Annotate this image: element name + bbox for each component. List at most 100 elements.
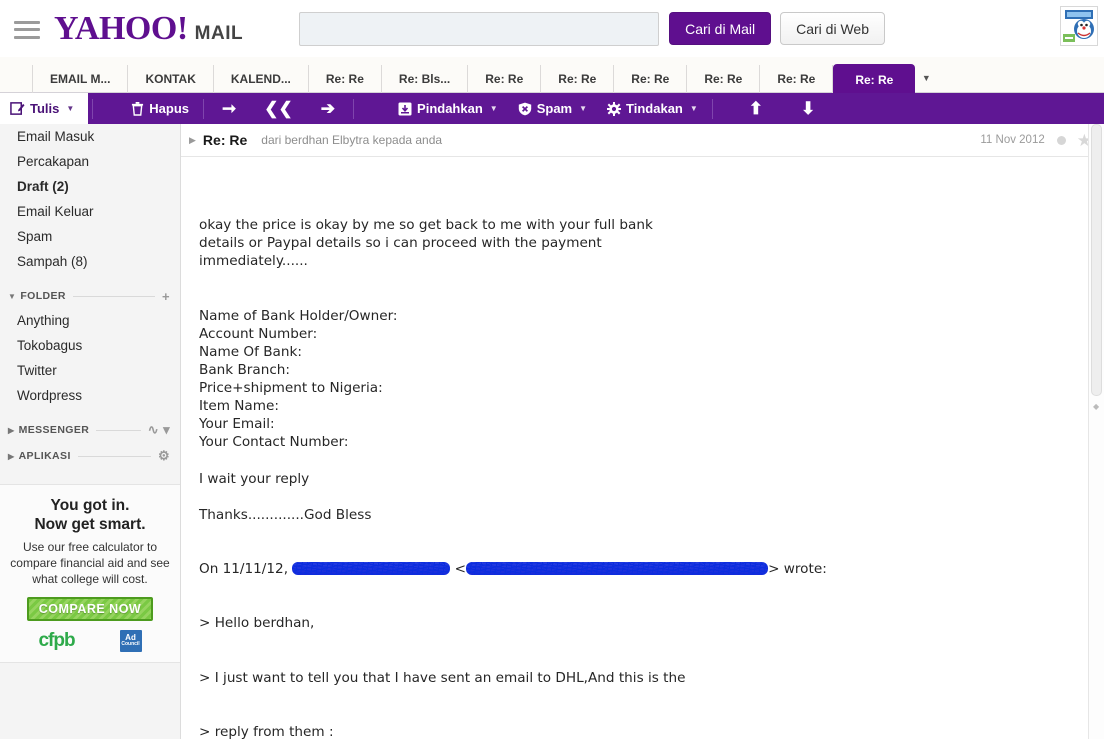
compose-icon [10, 102, 25, 115]
ad-headline-line1: You got in. [50, 497, 130, 514]
sidebar-item-inbox[interactable]: Email Masuk [0, 124, 180, 149]
triangle-right-icon[interactable]: ▶ [189, 135, 196, 146]
divider [77, 455, 151, 457]
sidebar-section-aplikasi-label: APLIKASI [18, 450, 71, 462]
ad-headline-line2: Now get smart. [34, 515, 146, 533]
tab-message-3[interactable]: Re: Re [468, 65, 542, 93]
tab-message-5[interactable]: Re: Re [614, 65, 688, 93]
quote-intro-mid: < [450, 560, 467, 577]
ad-footer: cfpb Ad Council [6, 629, 174, 652]
tab-message-6[interactable]: Re: Re [687, 65, 761, 93]
search-mail-button[interactable]: Cari di Mail [669, 12, 772, 45]
yahoo-mail-logo[interactable]: YAHOO! MAIL [54, 9, 244, 47]
divider [96, 429, 141, 431]
tab-message-7[interactable]: Re: Re [760, 65, 834, 93]
chevron-down-icon[interactable]: ▼ [915, 64, 937, 92]
actions-button[interactable]: Tindakan ▼ [597, 93, 708, 124]
ad-body-text: Use our free calculator to compare finan… [10, 539, 170, 586]
spam-label: Spam [536, 101, 573, 116]
avatar-image [1061, 7, 1097, 45]
toolbar-divider [203, 98, 205, 119]
sidebar-section-messenger-label: MESSENGER [18, 424, 90, 436]
tab-email-masuk[interactable]: EMAIL M... [32, 65, 129, 93]
cfpb-logo: cfpb [38, 629, 75, 651]
sidebar-item-tokobagus[interactable]: Tokobagus [0, 333, 180, 358]
search-area: Cari di Mail Cari di Web [299, 11, 885, 46]
reply-all-arrow-icon[interactable]: ❮❮ [250, 100, 307, 117]
triangle-down-icon: ▼ [8, 291, 17, 301]
chevron-down-icon[interactable]: ▼ [579, 104, 587, 113]
move-button[interactable]: Pindahkan ▼ [388, 93, 508, 124]
message-date: 11 Nov 2012 [980, 134, 1045, 146]
sidebar-section-messenger[interactable]: ▶ MESSENGER ∿ ▾ [0, 418, 180, 442]
mail-toolbar: Tulis ▼ Hapus ➞ ❮❮ ➔ Pindahkan ▼ Spam ▼ [0, 93, 1104, 124]
sidebar-advertisement[interactable]: You got in. Now get smart. Use our free … [0, 484, 180, 663]
spam-button[interactable]: Spam ▼ [508, 93, 597, 124]
message-body: okay the price is okay by me so get back… [181, 158, 1104, 739]
chevron-down-icon[interactable]: ▼ [690, 104, 698, 113]
tab-message-8-active[interactable]: Re: Re [833, 64, 916, 96]
messenger-status-icon[interactable]: ∿ [148, 422, 159, 438]
message-reading-pane: ▶ Re: Re dari berdhan Elbytra kepada and… [181, 124, 1104, 739]
sidebar-item-anything[interactable]: Anything [0, 308, 180, 333]
actions-label: Tindakan [626, 101, 683, 116]
message-body-text: okay the price is okay by me so get back… [199, 217, 653, 523]
sidebar-item-wordpress[interactable]: Wordpress [0, 383, 180, 408]
search-web-button[interactable]: Cari di Web [780, 12, 885, 45]
tab-message-1[interactable]: Re: Re [309, 65, 382, 93]
quote-intro-line: On 11/11/12, < > wrote: [199, 560, 1104, 578]
arrow-down-icon[interactable]: ⬇ [787, 100, 829, 117]
tab-strip: EMAIL M... KONTAK KALEND... Re: Re Re: B… [0, 57, 1104, 96]
toolbar-divider [353, 98, 355, 119]
message-header: ▶ Re: Re dari berdhan Elbytra kepada and… [181, 124, 1104, 157]
add-folder-icon[interactable]: + [162, 289, 170, 304]
quote-intro-suffix: > wrote: [768, 560, 827, 577]
ad-compare-now-button[interactable]: COMPARE NOW [26, 596, 154, 621]
scrollbar-thumb[interactable] [1091, 124, 1102, 396]
tab-kalender[interactable]: KALEND... [214, 65, 309, 93]
compose-button[interactable]: Tulis ▼ [0, 93, 89, 124]
read-status-dot[interactable] [1056, 135, 1066, 145]
message-subject: Re: Re [202, 132, 248, 148]
redacted-sender-name [292, 562, 451, 576]
quoted-line: > reply from them : [199, 723, 334, 739]
tab-message-4[interactable]: Re: Re [541, 65, 615, 93]
sidebar-item-spam[interactable]: Spam [0, 224, 180, 249]
forward-arrow-icon[interactable]: ➔ [307, 100, 349, 117]
tab-kontak[interactable]: KONTAK [128, 65, 214, 93]
sidebar-section-aplikasi[interactable]: ▶ APLIKASI ⚙ [0, 444, 180, 468]
reply-arrow-icon[interactable]: ➞ [208, 100, 250, 117]
message-from-line: dari berdhan Elbytra kepada anda [261, 133, 443, 147]
move-label: Pindahkan [417, 101, 483, 116]
ad-council-logo: Ad Council [119, 629, 142, 652]
sidebar-item-drafts[interactable]: Draft (2) [0, 174, 180, 199]
toolbar-divider [92, 98, 94, 119]
main-area: Email Masuk Percakapan Draft (2) Email K… [0, 124, 1104, 739]
yahoo-wordmark: YAHOO! [54, 9, 188, 47]
chevron-down-icon[interactable]: ▾ [163, 422, 170, 438]
sidebar-section-folder[interactable]: ▼ FOLDER + [0, 284, 180, 308]
sidebar-item-twitter[interactable]: Twitter [0, 358, 180, 383]
compose-label: Tulis [30, 101, 60, 116]
hamburger-icon[interactable] [14, 19, 40, 39]
mail-wordmark: MAIL [194, 22, 244, 44]
chevron-down-icon[interactable]: ▼ [490, 104, 498, 113]
search-input[interactable] [299, 11, 660, 46]
quoted-line: > I just want to tell you that I have se… [199, 669, 686, 686]
sidebar-item-trash[interactable]: Sampah (8) [0, 249, 180, 274]
vertical-scrollbar[interactable]: ◆ [1088, 124, 1104, 739]
chevron-down-icon[interactable]: ▼ [66, 104, 74, 113]
sidebar-item-conversations[interactable]: Percakapan [0, 149, 180, 174]
trash-icon [132, 102, 144, 116]
quoted-line: > Hello berdhan, [199, 615, 315, 632]
gear-icon[interactable]: ⚙ [158, 448, 170, 464]
avatar[interactable] [1060, 6, 1098, 46]
arrow-up-icon[interactable]: ⬆ [735, 100, 777, 117]
tab-message-2[interactable]: Re: Bls... [382, 65, 469, 93]
sidebar-item-sent[interactable]: Email Keluar [0, 199, 180, 224]
delete-button[interactable]: Hapus [121, 93, 199, 124]
redacted-sender-email [466, 562, 769, 576]
message-body-scroll[interactable]: okay the price is okay by me so get back… [181, 158, 1104, 739]
scrollbar-marker-icon: ◆ [1093, 402, 1100, 411]
ad-council-line2: Council [121, 641, 140, 648]
